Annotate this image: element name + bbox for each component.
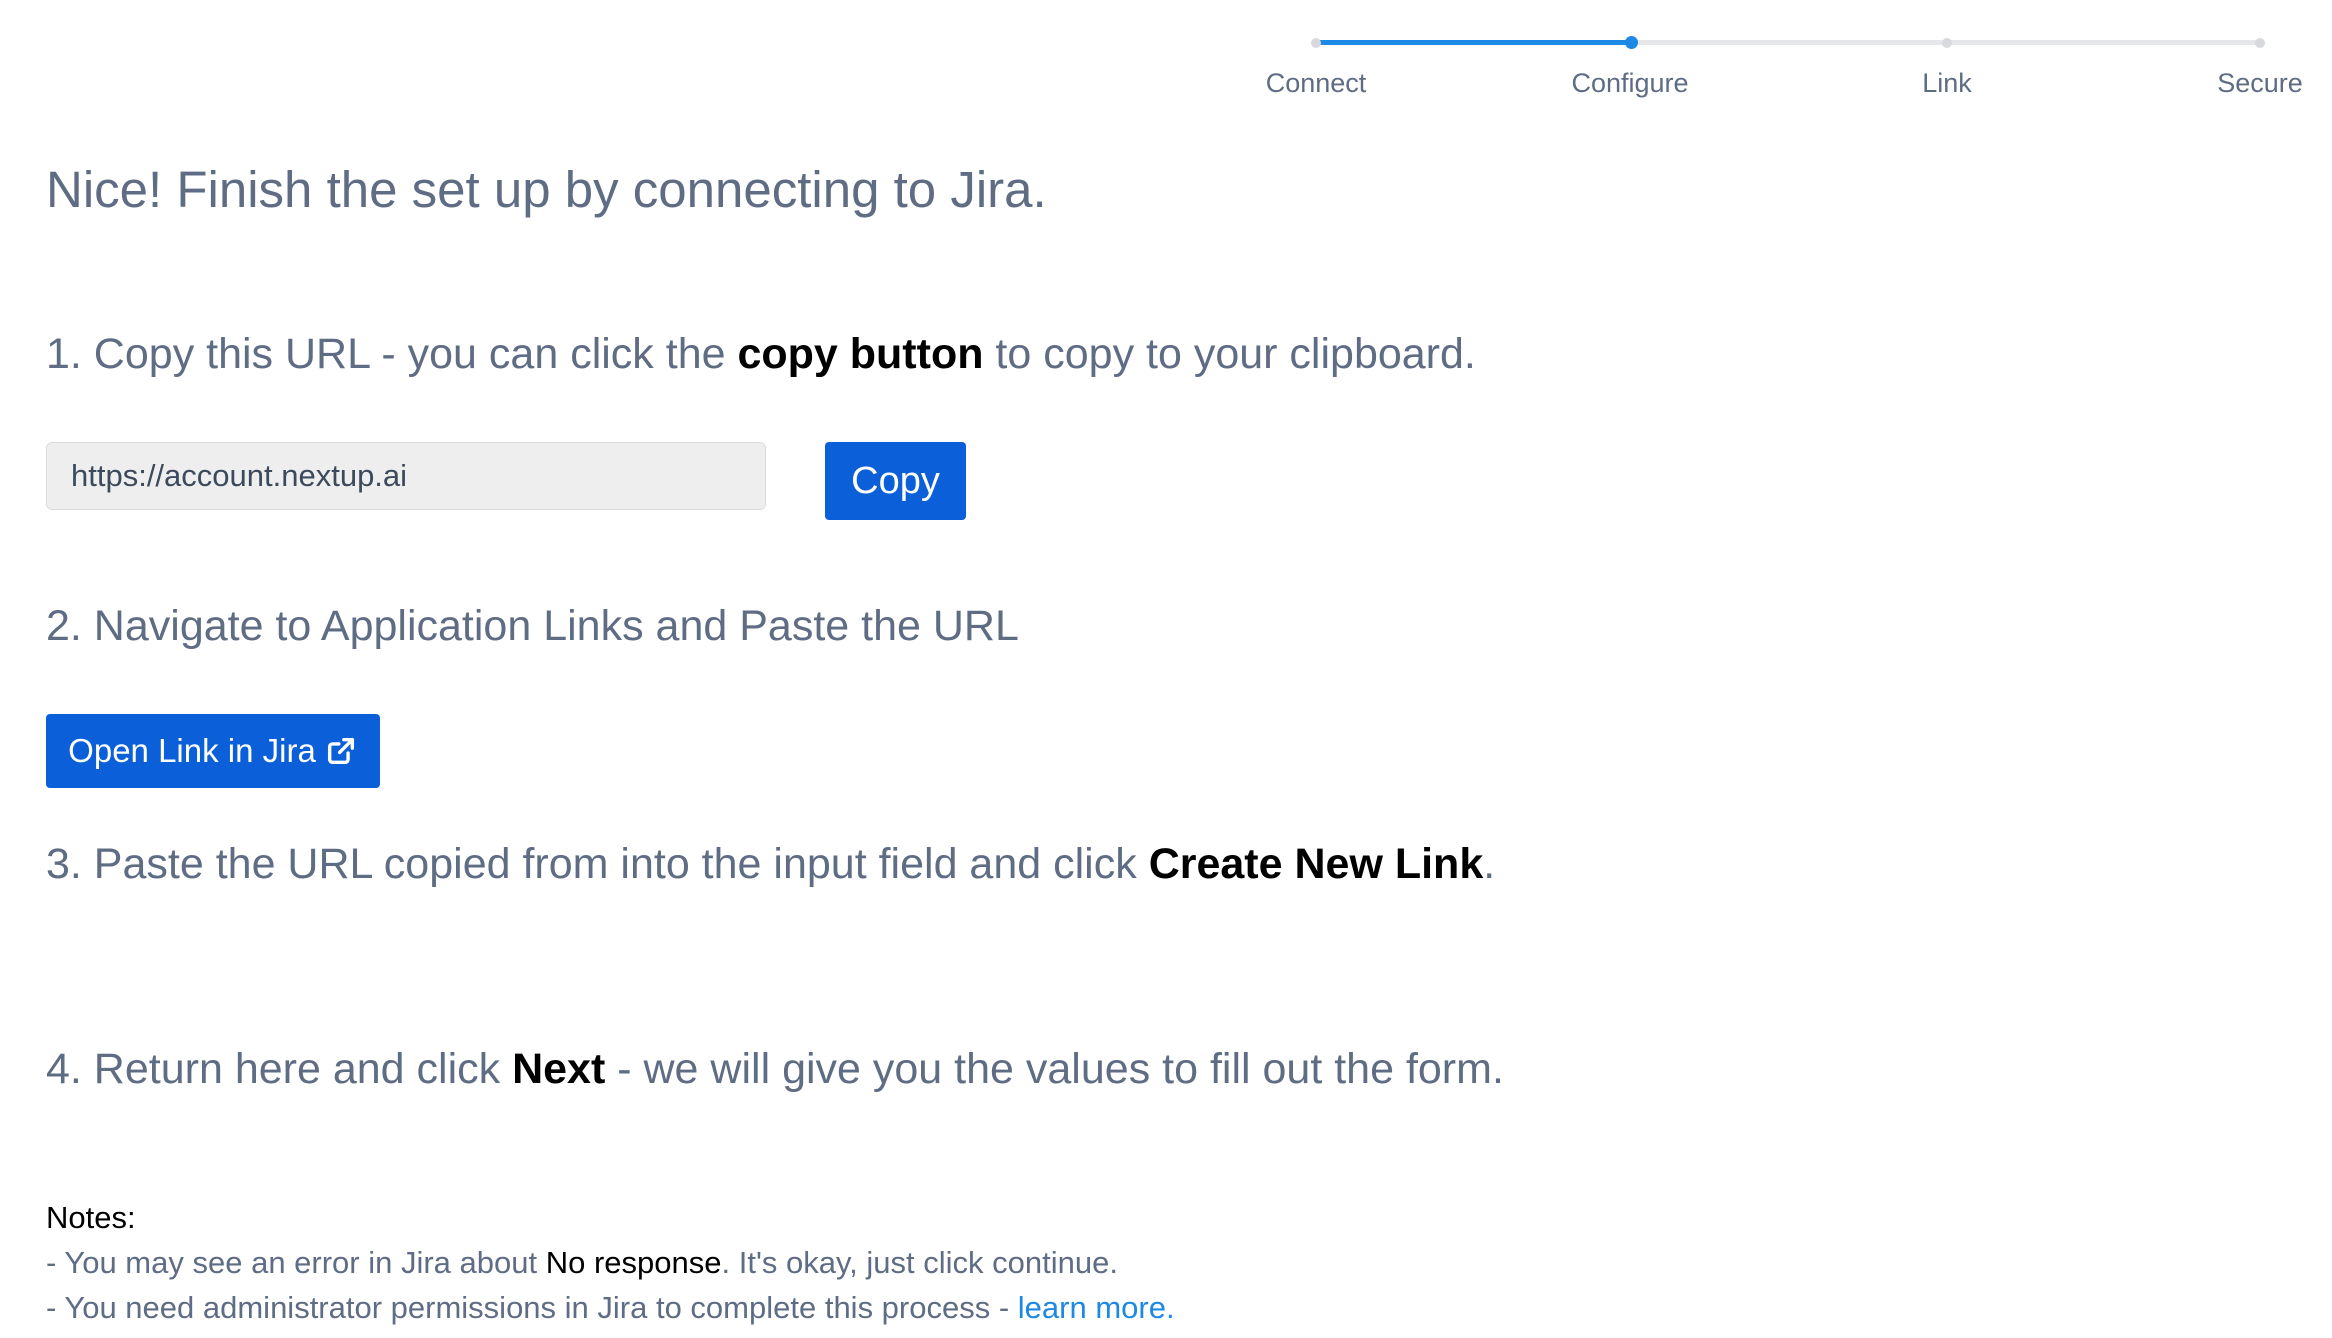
step-dot-secure: [2255, 37, 2265, 48]
step-4-prefix: 4. Return here and click: [46, 1045, 513, 1093]
step-3-suffix: .: [1483, 840, 1496, 888]
step-3-emphasis: Create New Link: [1148, 840, 1484, 888]
url-input[interactable]: [46, 442, 766, 510]
step-3-instruction: 3. Paste the URL copied from into the in…: [46, 840, 1495, 889]
stepper-progress-fill: [1316, 40, 1632, 45]
learn-more-link[interactable]: learn more.: [1018, 1290, 1175, 1325]
step-label-connect: Connect: [1265, 68, 1367, 98]
step-2-instruction: 2. Navigate to Application Links and Pas…: [46, 602, 1019, 650]
step-4-suffix: - we will give you the values to fill ou…: [605, 1045, 1504, 1093]
step-label-configure: Configure: [1571, 68, 1689, 98]
step-1-emphasis: copy button: [737, 330, 984, 378]
notes-line-1-emphasis: No response: [545, 1245, 722, 1280]
step-dot-configure: [1625, 36, 1638, 49]
step-4-emphasis: Next: [512, 1045, 606, 1093]
step-1-prefix: 1. Copy this URL - you can click the: [46, 330, 738, 378]
open-link-label: Open Link in Jira: [68, 732, 316, 769]
page-title: Nice! Finish the set up by connecting to…: [46, 161, 1047, 218]
progress-stepper: Connect Configure Link Secure: [1260, 30, 2332, 110]
notes-line-1-suffix: . It's okay, just click continue.: [721, 1245, 1118, 1280]
notes-line-2-prefix: - You need administrator permissions in …: [46, 1290, 1018, 1325]
external-link-icon: [324, 734, 358, 768]
open-link-in-jira-button[interactable]: Open Link in Jira: [46, 714, 380, 788]
notes-line-2: - You need administrator permissions in …: [46, 1285, 1175, 1330]
step-3-prefix: 3. Paste the URL copied from into the in…: [46, 840, 1149, 888]
step-dot-connect: [1311, 37, 1321, 48]
notes-title: Notes:: [46, 1200, 136, 1235]
notes-line-1-prefix: - You may see an error in Jira about: [46, 1245, 546, 1280]
step-1-suffix: to copy to your clipboard.: [983, 330, 1476, 378]
notes-section: Notes: - You may see an error in Jira ab…: [46, 1195, 1175, 1330]
step-label-secure: Secure: [2217, 68, 2303, 98]
step-dot-link: [1942, 37, 1952, 48]
step-label-link: Link: [1922, 68, 1972, 98]
notes-line-1: - You may see an error in Jira about No …: [46, 1240, 1175, 1285]
copy-button[interactable]: Copy: [825, 442, 966, 520]
step-1-instruction: 1. Copy this URL - you can click the cop…: [46, 330, 1476, 379]
step-4-instruction: 4. Return here and click Next - we will …: [46, 1045, 1504, 1094]
